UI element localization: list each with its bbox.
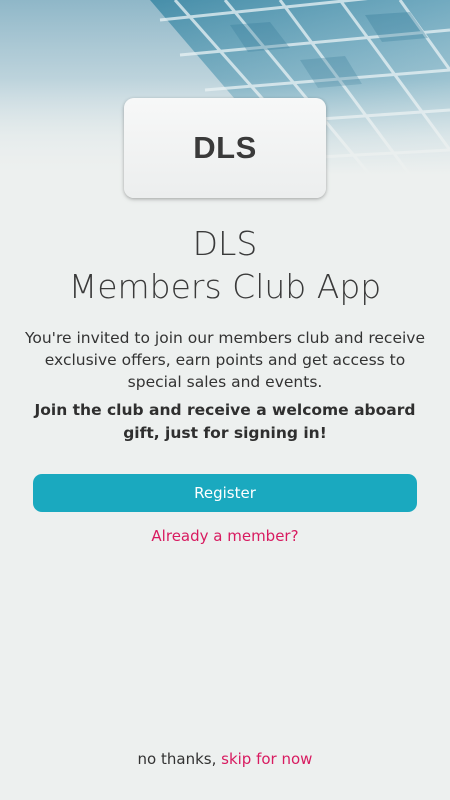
skip-prefix-text: no thanks, <box>137 750 222 768</box>
title-line-brand: DLS <box>192 224 258 263</box>
title-line-app-name: Members Club App <box>68 267 382 306</box>
logo-text: DLS <box>193 130 257 165</box>
skip-row: no thanks, skip for now <box>0 750 450 768</box>
logo-card: DLS <box>124 98 326 198</box>
invitation-description: You're invited to join our members club … <box>24 329 426 391</box>
screen: DLS DLS Members Club App You're invited … <box>0 0 450 800</box>
already-member-link[interactable]: Already a member? <box>0 527 450 545</box>
welcome-gift-text: Join the club and receive a welcome aboa… <box>34 401 416 442</box>
page-title: DLS Members Club App <box>0 222 450 308</box>
register-button[interactable]: Register <box>33 474 417 512</box>
skip-for-now-link[interactable]: skip for now <box>221 750 312 768</box>
